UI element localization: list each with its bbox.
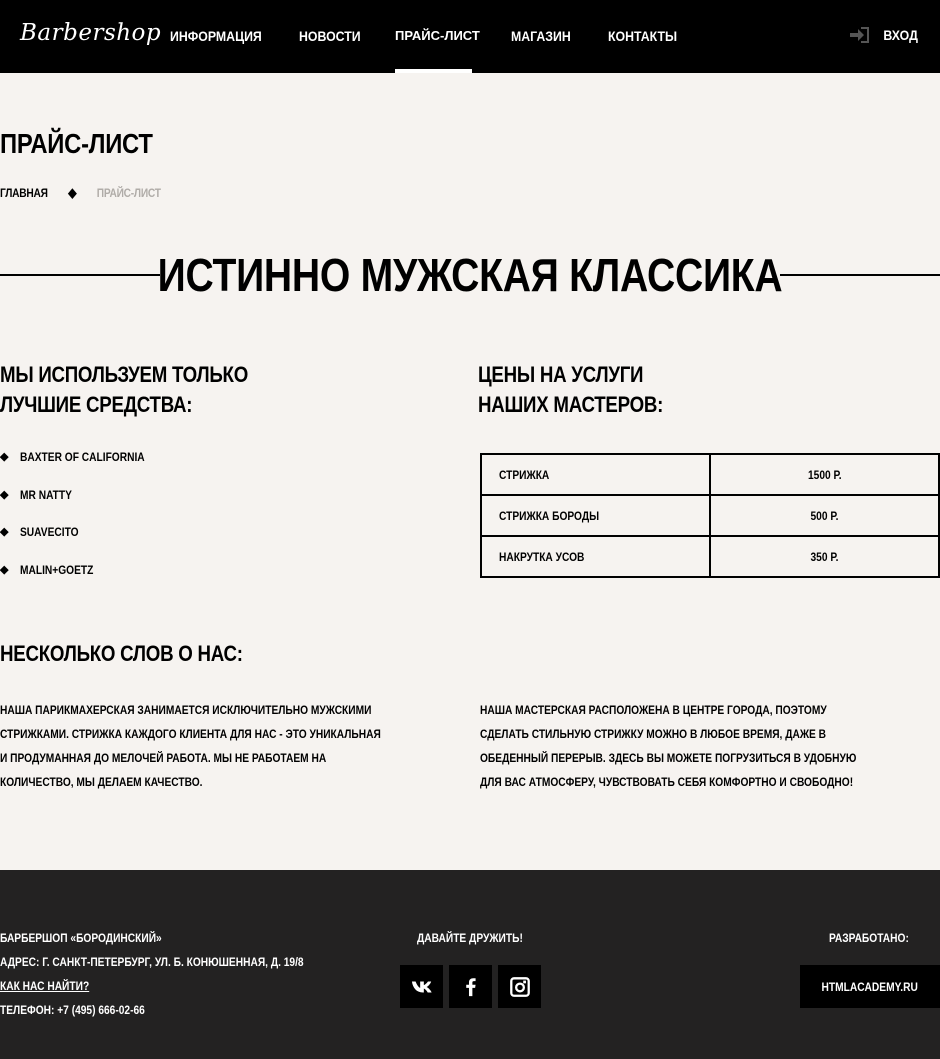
nav-item-contacts[interactable]: КОНТАКТЫ [608,28,677,73]
breadcrumb-current: ПРАЙС-ЛИСТ [96,186,161,200]
breadcrumb-separator-icon: ◆ [68,185,77,200]
diamond-bullet-icon: ◆ [0,451,9,463]
footer-phone: ТЕЛЕФОН: +7 (495) 666-02-66 [0,1003,145,1017]
text-line: И ПРОДУМАННАЯ ДО МЕЛОЧЕЙ РАБОТА. МЫ НЕ Р… [0,751,327,765]
price-cell: 350 Р. [709,535,940,578]
nav-item-shop[interactable]: МАГАЗИН [511,28,571,73]
nav-item-price-list[interactable]: ПРАЙС-ЛИСТ [395,28,480,73]
prices-title: ЦЕНЫ НА УСЛУГИ НАШИХ МАСТЕРОВ: [478,360,663,420]
text-line: НАША МАСТЕРСКАЯ РАСПОЛОЖЕНА В ЦЕНТРЕ ГОР… [480,703,827,717]
site-header: Barbershop ИНФОРМАЦИЯ НОВОСТИ ПРАЙС-ЛИСТ… [0,0,940,73]
brand-label: BAXTER OF CALIFORNIA [20,450,145,464]
footer-address: АДРЕС: Г. САНКТ-ПЕТЕРБУРГ, УЛ. Б. КОНЮШЕ… [0,955,304,969]
service-name: СТРИЖКА БОРОДЫ [499,508,600,523]
find-us-link[interactable]: КАК НАС НАЙТИ? [0,979,89,993]
brand-label: MR NATTY [20,487,72,502]
text-line: СДЕЛАТЬ СТИЛЬНУЮ СТРИЖКУ МОЖНО В ЛЮБОЕ В… [480,727,827,741]
brands-title-line1: МЫ ИСПОЛЬЗУЕМ ТОЛЬКО [0,362,248,387]
instagram-button[interactable] [498,965,541,1008]
section-title: ИСТИННО МУЖСКАЯ КЛАССИКА [157,249,783,301]
site-footer: БАРБЕРШОП «БОРОДИНСКИЙ» АДРЕС: Г. САНКТ-… [0,870,940,1059]
service-cell: НАКРУТКА УСОВ [480,535,711,578]
facebook-icon [465,977,476,996]
service-price: 350 Р. [810,549,839,564]
service-price: 500 Р. [810,508,839,523]
diamond-bullet-icon: ◆ [0,563,9,576]
about-text-left: НАША ПАРИКМАХЕРСКАЯ ЗАНИМАЕТСЯ ИСКЛЮЧИТЕ… [0,698,381,794]
breadcrumb-home-link[interactable]: ГЛАВНАЯ [0,186,48,200]
service-cell: СТРИЖКА [480,453,711,496]
brand-label: SUAVECITO [20,525,79,539]
page-title: ПРАЙС-ЛИСТ [0,128,153,159]
text-line: НАША ПАРИКМАХЕРСКАЯ ЗАНИМАЕТСЯ ИСКЛЮЧИТЕ… [0,703,372,717]
price-table: СТРИЖКА 1500 Р. СТРИЖКА БОРОДЫ 500 Р. НА… [480,453,940,578]
login-icon [849,27,869,43]
list-item: ◆ MR NATTY [0,488,167,526]
social-title: ДАВАЙТЕ ДРУЖИТЬ! [417,931,523,945]
list-item: ◆ SUAVECITO [0,525,167,563]
list-item: ◆ BAXTER OF CALIFORNIA [0,450,167,488]
about-text-right: НАША МАСТЕРСКАЯ РАСПОЛОЖЕНА В ЦЕНТРЕ ГОР… [480,698,856,794]
service-price: 1500 Р. [807,467,842,482]
instagram-icon [509,976,530,997]
vk-button[interactable] [400,965,443,1008]
list-item: ◆ MALIN+GOETZ [0,563,167,601]
table-row: НАКРУТКА УСОВ 350 Р. [480,535,940,578]
nav-item-news[interactable]: НОВОСТИ [299,28,361,73]
diamond-bullet-icon: ◆ [0,526,9,538]
developer-link[interactable]: HTMLACADEMY.RU [800,965,940,1008]
text-line: ДЛЯ ВАС АТМОСФЕРУ, ЧУВСТВОВАТЬ СЕБЯ КОМФ… [480,775,854,789]
breadcrumb: ГЛАВНАЯ ◆ ПРАЙС-ЛИСТ [0,185,161,201]
developer-title: РАЗРАБОТАНО: [829,931,909,945]
brands-title: МЫ ИСПОЛЬЗУЕМ ТОЛЬКО ЛУЧШИЕ СРЕДСТВА: [0,360,248,420]
logo[interactable]: Barbershop [20,20,161,46]
service-name: СТРИЖКА [499,467,550,482]
prices-title-line1: ЦЕНЫ НА УСЛУГИ [478,362,644,387]
text-line: ОБЕДЕННЫЙ ПЕРЕРЫВ. ЗДЕСЬ ВЫ МОЖЕТЕ ПОГРУ… [480,751,857,765]
footer-shop-name: БАРБЕРШОП «БОРОДИНСКИЙ» [0,931,162,945]
table-row: СТРИЖКА 1500 Р. [480,453,940,496]
brand-list: ◆ BAXTER OF CALIFORNIA ◆ MR NATTY ◆ SUAVECI… [0,450,167,600]
brands-title-line2: ЛУЧШИЕ СРЕДСТВА: [0,392,193,417]
brand-label: MALIN+GOETZ [20,562,94,577]
nav-item-info[interactable]: ИНФОРМАЦИЯ [170,28,262,73]
facebook-button[interactable] [449,965,492,1008]
text-line: СТРИЖКАМИ. СТРИЖКА КАЖДОГО КЛИЕНТА ДЛЯ Н… [0,727,381,741]
prices-title-line2: НАШИХ МАСТЕРОВ: [478,392,664,417]
service-cell: СТРИЖКА БОРОДЫ [480,494,711,537]
vk-icon [411,981,432,992]
table-row: СТРИЖКА БОРОДЫ 500 Р. [480,494,940,537]
login-label: ВХОД [883,27,918,43]
about-title: НЕСКОЛЬКО СЛОВ О НАС: [0,641,243,666]
diamond-bullet-icon: ◆ [0,488,9,501]
service-name: НАКРУТКА УСОВ [499,549,585,564]
price-cell: 500 Р. [709,494,940,537]
text-line: КОЛИЧЕСТВО, МЫ ДЕЛАЕМ КАЧЕСТВО. [0,775,203,789]
developer-link-label: HTMLACADEMY.RU [821,979,919,994]
login-button[interactable]: ВХОД [849,27,920,43]
price-cell: 1500 Р. [709,453,940,496]
